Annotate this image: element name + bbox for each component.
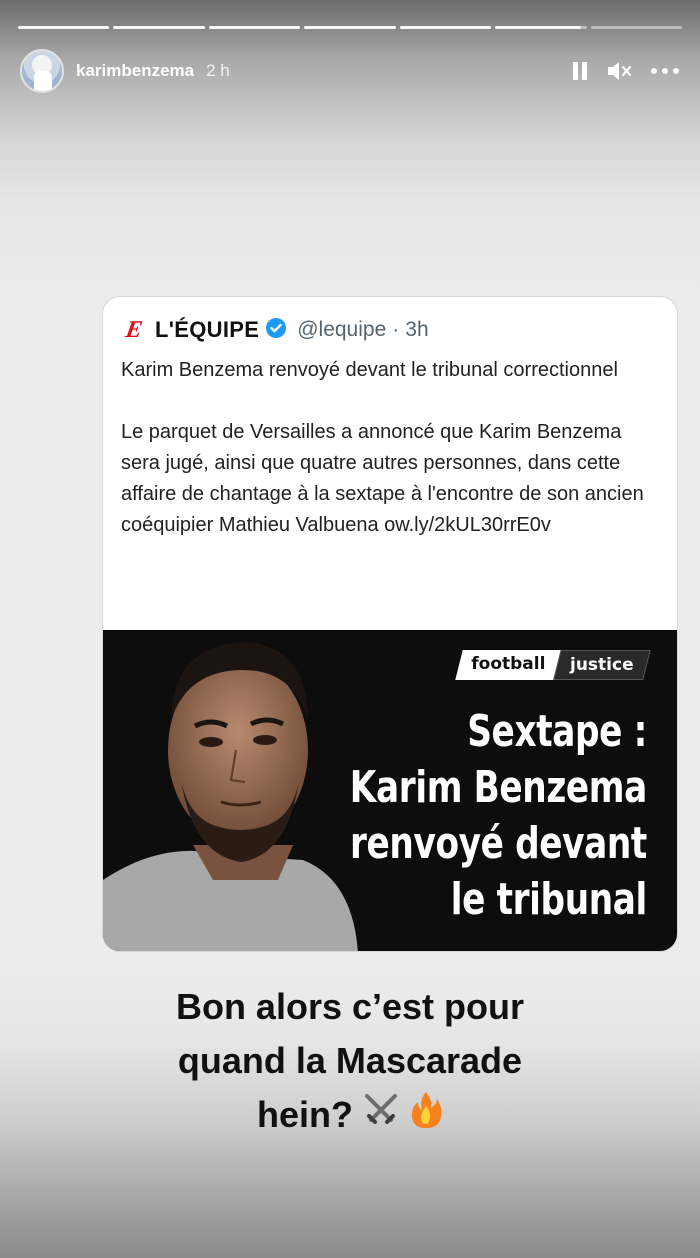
caption-line: quand la Mascarade <box>177 1040 523 1081</box>
headline-line: Karim Benzema <box>349 762 648 813</box>
category-tags: football justice <box>455 650 651 680</box>
headline-line: Sextape : <box>467 706 647 757</box>
verified-badge-icon <box>265 317 287 344</box>
progress-segment-current <box>495 26 587 29</box>
post-time: 2 h <box>206 61 230 80</box>
fire-emoji <box>409 1090 443 1145</box>
headline-line: le tribunal <box>450 874 648 925</box>
avatar[interactable] <box>20 49 64 93</box>
tweet-age: 3h <box>405 318 429 341</box>
speaker-muted-icon[interactable] <box>606 60 632 82</box>
caption-line-last: hein? <box>0 1088 700 1145</box>
tweet-text: Karim Benzema renvoyé devant le tribunal… <box>121 359 644 536</box>
progress-segment <box>304 26 396 29</box>
tweet-card[interactable]: E L'ÉQUIPE @lequipe · 3h Karim Benzema r… <box>102 296 678 952</box>
tag-justice: justice <box>553 650 651 680</box>
image-headline: Sextape : Karim Benzema renvoyé devant l… <box>349 704 648 928</box>
caption-text: hein? <box>257 1094 353 1135</box>
progress-segment <box>113 26 205 29</box>
progress-segment <box>208 26 301 29</box>
crossed-swords-emoji <box>361 1090 401 1145</box>
lequipe-logo-icon: E <box>123 316 145 343</box>
top-gradient <box>0 0 700 300</box>
progress-segment <box>18 26 110 29</box>
progress-segment <box>399 26 492 29</box>
story-caption: Bon alors c’est pour quand la Mascarade … <box>0 980 700 1145</box>
caption-line: Bon alors c’est pour <box>175 986 525 1027</box>
tag-football: football <box>455 650 562 680</box>
headline-line: renvoyé devant <box>350 818 647 869</box>
progress-segment <box>590 26 682 29</box>
tweet-image: football justice Sextape : Karim Benzema… <box>103 630 677 951</box>
story-controls <box>572 60 680 82</box>
more-icon[interactable] <box>650 67 680 75</box>
pause-icon[interactable] <box>572 61 588 81</box>
account-handle: @lequipe <box>297 318 387 341</box>
username[interactable]: karimbenzema <box>76 61 194 81</box>
separator: · <box>392 318 400 341</box>
tweet-header: E L'ÉQUIPE @lequipe · 3h <box>121 315 429 345</box>
story-progress-bar <box>18 26 682 29</box>
story-header: karimbenzema 2 h <box>20 46 680 96</box>
account-name: L'ÉQUIPE <box>155 317 260 342</box>
